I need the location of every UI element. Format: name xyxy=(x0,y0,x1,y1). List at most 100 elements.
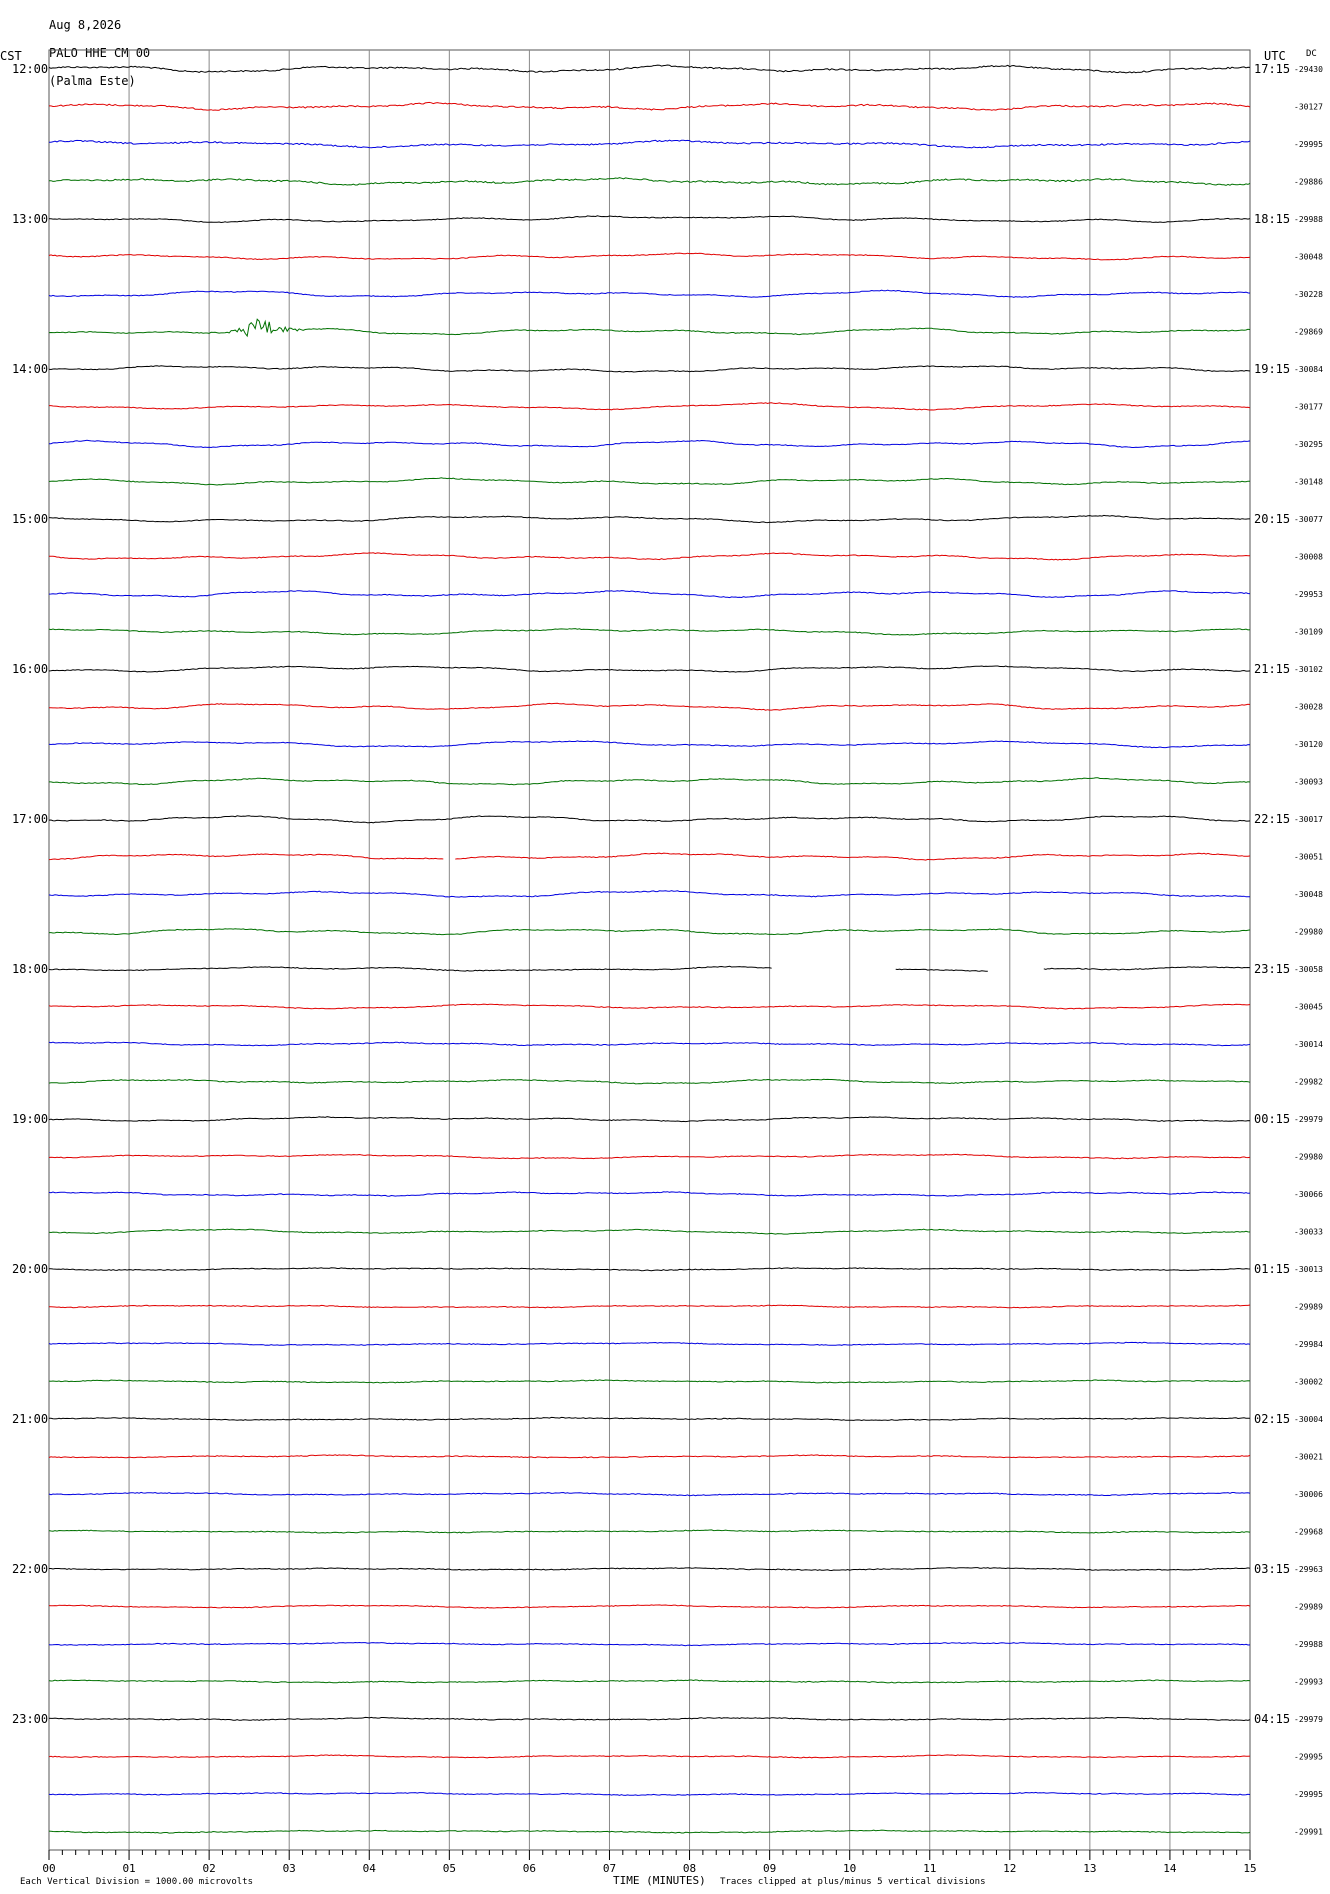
trace-row-8 xyxy=(48,365,1251,373)
x-tick-label: 02 xyxy=(203,1862,216,1875)
trace-row-11 xyxy=(48,477,1251,486)
cst-hour-label: 13:00 xyxy=(12,212,48,226)
trace-row-44 xyxy=(48,1716,1251,1722)
utc-hour-label: 23:15 xyxy=(1254,962,1290,976)
trace-row-41 xyxy=(48,1604,1251,1609)
cst-hour-label: 15:00 xyxy=(12,512,48,526)
dc-offset-label: -30093 xyxy=(1294,778,1323,787)
x-tick-label: 01 xyxy=(122,1862,135,1875)
dc-offset-label: -30295 xyxy=(1294,440,1323,449)
dc-offset-label: -30021 xyxy=(1294,1453,1323,1462)
dc-offset-label: -29995 xyxy=(1294,1753,1323,1762)
cst-hour-label: 17:00 xyxy=(12,812,48,826)
trace-row-46 xyxy=(48,1791,1251,1796)
utc-hour-label: 21:15 xyxy=(1254,662,1290,676)
dc-offset-label: -30228 xyxy=(1294,290,1323,299)
dc-offset-label: -29869 xyxy=(1294,328,1323,337)
dc-offset-label: -29982 xyxy=(1294,1078,1323,1087)
dc-offset-label: -29988 xyxy=(1294,215,1323,224)
x-tick-label: 12 xyxy=(1003,1862,1016,1875)
trace-row-21 xyxy=(48,853,444,861)
trace-row-10 xyxy=(49,439,1251,449)
trace-row-47 xyxy=(48,1829,1251,1834)
trace-row-17 xyxy=(48,702,1251,711)
trace-row-24 xyxy=(895,968,988,972)
trace-row-40 xyxy=(49,1567,1251,1572)
dc-offset-label: -30084 xyxy=(1294,365,1323,374)
trace-row-29 xyxy=(48,1153,1251,1160)
dc-offset-label: -30045 xyxy=(1294,1003,1323,1012)
trace-row-37 xyxy=(48,1454,1251,1459)
utc-hour-label: 02:15 xyxy=(1254,1412,1290,1426)
utc-hour-label: 17:15 xyxy=(1254,62,1290,76)
dc-offset-label: -29979 xyxy=(1294,1715,1323,1724)
dc-offset-label: -29980 xyxy=(1294,1153,1323,1162)
cst-hour-label: 16:00 xyxy=(12,662,48,676)
trace-row-28 xyxy=(48,1116,1251,1123)
trace-row-26 xyxy=(48,1041,1251,1047)
cst-hour-label: 18:00 xyxy=(12,962,48,976)
clip-note: Traces clipped at plus/minus 5 vertical … xyxy=(720,1877,986,1887)
trace-row-6 xyxy=(48,289,1251,298)
trace-row-16 xyxy=(48,665,1251,673)
x-tick-label: 11 xyxy=(923,1862,936,1875)
minute-grid xyxy=(48,49,1251,1851)
plot-frame xyxy=(48,49,1251,1851)
trace-row-38 xyxy=(48,1491,1251,1497)
trace-row-43 xyxy=(48,1679,1251,1684)
dc-offset-label: -30006 xyxy=(1294,1490,1323,1499)
dc-offset-label: -30102 xyxy=(1294,665,1323,674)
scale-note: Each Vertical Division = 1000.00 microvo… xyxy=(20,1877,253,1887)
trace-row-36 xyxy=(49,1416,1250,1422)
trace-row-31 xyxy=(48,1228,1251,1235)
trace-row-18 xyxy=(48,740,1251,749)
trace-row-24 xyxy=(1043,966,1251,971)
trace-row-5 xyxy=(48,252,1251,261)
dc-offset-label: -30058 xyxy=(1294,965,1323,974)
x-tick-label: 13 xyxy=(1083,1862,1096,1875)
x-tick-label: 04 xyxy=(363,1862,377,1875)
dc-offset-label: -29993 xyxy=(1294,1678,1323,1687)
x-tick-label: 06 xyxy=(523,1862,536,1875)
utc-hour-label: 18:15 xyxy=(1254,212,1290,226)
trace-row-42 xyxy=(48,1641,1251,1647)
seismogram-chart: -29430 -30127 -29995 -29886 -29988 -30048 -302… xyxy=(12,49,1323,1875)
cst-hour-label: 19:00 xyxy=(12,1112,48,1126)
dc-offset-label: -29968 xyxy=(1294,1528,1323,1537)
trace-row-27 xyxy=(48,1078,1251,1085)
x-axis-label: TIME (MINUTES) xyxy=(613,1874,706,1887)
cst-hour-label: 12:00 xyxy=(12,62,48,76)
trace-row-12 xyxy=(48,514,1250,524)
trace-rows xyxy=(48,64,1251,1834)
cst-hour-label: 22:00 xyxy=(12,1562,48,1576)
dc-offset-label: -30177 xyxy=(1294,403,1323,412)
utc-hour-label: 20:15 xyxy=(1254,512,1290,526)
dc-offset-label: -29995 xyxy=(1294,140,1323,149)
trace-row-3 xyxy=(48,177,1251,186)
trace-row-22 xyxy=(48,890,1251,898)
dc-offset-label: -30109 xyxy=(1294,628,1323,637)
dc-offset-label: -30002 xyxy=(1294,1378,1323,1387)
dc-offset-label: -30066 xyxy=(1294,1190,1323,1199)
dc-offset-label: -29989 xyxy=(1294,1603,1323,1612)
dc-offset-label: -30120 xyxy=(1294,740,1323,749)
trace-row-21 xyxy=(455,852,1251,861)
trace-row-34 xyxy=(48,1341,1251,1346)
x-tick-label: 10 xyxy=(843,1862,856,1875)
dc-offset-label: -30008 xyxy=(1294,553,1323,562)
trace-row-32 xyxy=(49,1267,1251,1272)
cst-hour-label: 14:00 xyxy=(12,362,48,376)
trace-row-35 xyxy=(48,1379,1251,1384)
trace-row-2 xyxy=(48,139,1251,149)
trace-row-25 xyxy=(48,1003,1251,1010)
x-tick-label: 14 xyxy=(1163,1862,1177,1875)
dc-offset-label: -29991 xyxy=(1294,1828,1323,1837)
utc-hour-label: 19:15 xyxy=(1254,362,1290,376)
dc-offset-label: -30017 xyxy=(1294,815,1323,824)
dc-offset-label: -30028 xyxy=(1294,703,1323,712)
cst-hour-label: 20:00 xyxy=(12,1262,48,1276)
dc-offset-label: -29984 xyxy=(1294,1340,1323,1349)
dc-offset-label: -30051 xyxy=(1294,853,1323,862)
dc-offset-label: -30048 xyxy=(1294,890,1323,899)
x-tick-label: 03 xyxy=(283,1862,296,1875)
